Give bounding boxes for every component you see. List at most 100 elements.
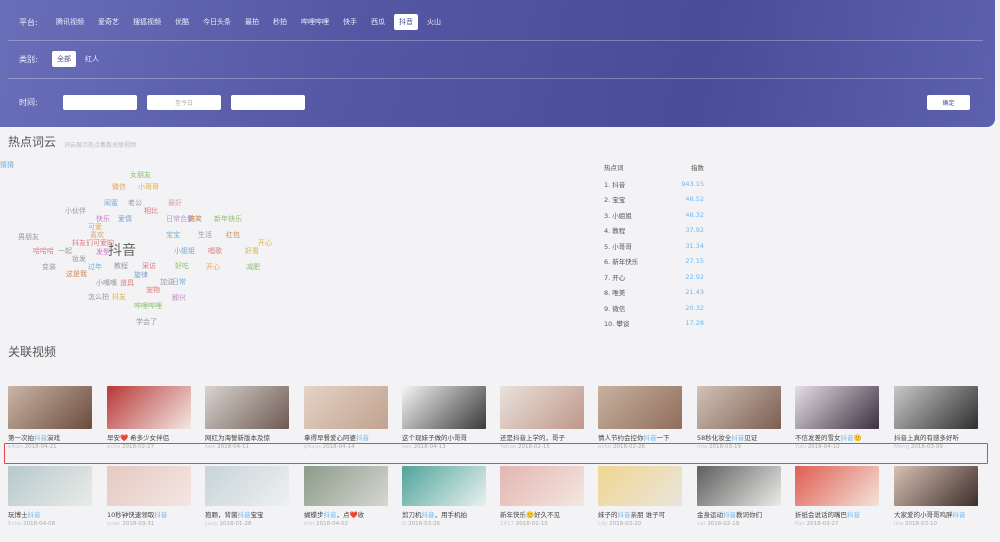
word-cloud-word[interactable]: 宠物	[146, 285, 160, 295]
word-cloud-word[interactable]: 唱歌	[208, 246, 222, 256]
video-title[interactable]: 58秒化妆全抖音见证	[697, 434, 781, 442]
platform-option[interactable]: 抖音	[394, 14, 418, 30]
word-cloud-word[interactable]: 爱情	[118, 214, 132, 224]
video-thumbnail[interactable]	[304, 466, 388, 506]
word-cloud-word[interactable]: 最好	[168, 198, 182, 208]
video-card[interactable]: 拿得早餐爱心阿婆抖音 pitaus 2018-04-14	[304, 386, 388, 451]
hot-word-row[interactable]: 1. 抖音 943.15	[604, 176, 704, 192]
word-cloud-word[interactable]: 哈哈哈	[33, 246, 54, 256]
category-option[interactable]: 全部	[52, 51, 76, 67]
video-card[interactable]: 第一次拍抖音演戏 eikan 2018-04-21	[8, 386, 92, 451]
hot-word-row[interactable]: 6. 新年快乐 27.15	[604, 254, 704, 270]
word-cloud-word[interactable]: 小嘴嘴	[96, 278, 117, 288]
hot-word-row[interactable]: 10. 攀谈 17.28	[604, 316, 704, 332]
word-cloud-word[interactable]: 搞笑	[188, 214, 202, 224]
word-cloud-word[interactable]: 道具	[120, 278, 134, 288]
video-card[interactable]: 剪刀机抖音，用手机拍 Q 2018-03-26	[402, 466, 486, 528]
video-title[interactable]: 第一次拍抖音演戏	[8, 434, 92, 442]
video-thumbnail[interactable]	[500, 466, 584, 506]
video-thumbnail[interactable]	[697, 466, 781, 506]
confirm-button[interactable]: 确定	[927, 94, 970, 110]
video-title[interactable]: 玩博士抖音	[8, 511, 92, 519]
video-thumbnail[interactable]	[598, 386, 682, 429]
word-cloud-word[interactable]: 小伙伴	[65, 206, 86, 216]
video-title[interactable]: 还是抖音上学的，哥子	[500, 434, 584, 442]
word-cloud-word[interactable]: 男朋友	[18, 232, 39, 242]
video-thumbnail[interactable]	[598, 466, 682, 506]
video-thumbnail[interactable]	[795, 466, 879, 506]
video-title[interactable]: 大家爱的小哥哥鸡胖抖音	[894, 511, 978, 519]
video-title[interactable]: 折纸会说话的嘴巴抖音	[795, 511, 879, 519]
word-cloud-word[interactable]: 开心	[258, 238, 272, 248]
word-cloud-word[interactable]: 微信	[112, 182, 126, 192]
video-title[interactable]: 剪刀机抖音，用手机拍	[402, 511, 486, 519]
video-title[interactable]: 拿得早餐爱心阿婆抖音	[304, 434, 388, 442]
word-cloud-word[interactable]: 红包	[226, 230, 240, 240]
platform-option[interactable]: 爱奇艺	[93, 14, 124, 30]
word-cloud-word[interactable]: 过年	[88, 262, 102, 272]
platform-option[interactable]: 优酷	[170, 14, 194, 30]
video-title[interactable]: 蝴蝶步抖音，点❤️收	[304, 511, 388, 519]
video-thumbnail[interactable]	[8, 386, 92, 429]
platform-option[interactable]: 秒拍	[268, 14, 292, 30]
video-card[interactable]: 蝴蝶步抖音，点❤️收 min 2018-04-02	[304, 466, 388, 528]
video-card[interactable]: 新年快乐🙂好久不见 1417 2018-02-15	[500, 466, 584, 528]
word-cloud-word[interactable]: 小哥哥	[138, 182, 159, 192]
word-cloud-word[interactable]: 怎么拍	[88, 292, 109, 302]
video-title[interactable]: 10秒钟快速领取抖音	[107, 511, 191, 519]
video-card[interactable]: 大家爱的小哥哥鸡胖抖音 lisa 2018-03-10	[894, 466, 978, 528]
hot-word-row[interactable]: 8. 唯美 21.43	[604, 285, 704, 301]
word-cloud-word[interactable]: 学会了	[136, 317, 157, 327]
video-thumbnail[interactable]	[402, 386, 486, 429]
word-cloud-word[interactable]: 宝宝	[166, 230, 180, 240]
word-cloud-word[interactable]: 女朋友	[130, 170, 151, 180]
word-cloud-word[interactable]: 一起	[58, 246, 72, 256]
video-card[interactable]: 抱颗，背菌抖音宝宝 Lucy 2018-01-28	[205, 466, 289, 528]
video-card[interactable]: 10秒钟快速领取抖音 yuan 2018-03-31	[107, 466, 191, 528]
word-cloud-word[interactable]: 妆发	[72, 254, 86, 264]
word-cloud-word[interactable]: 开心	[206, 262, 220, 272]
video-card[interactable]: 58秒化妆全抖音见证 mia 2018-03-19	[697, 386, 781, 451]
word-cloud-word[interactable]: 减肥	[246, 262, 260, 272]
platform-option[interactable]: 哔哩哔哩	[296, 14, 334, 30]
hot-word-row[interactable]: 7. 开心 22.92	[604, 269, 704, 285]
video-thumbnail[interactable]	[894, 386, 978, 429]
video-card[interactable]: 玩博士抖音 Echo 2018-04-08	[8, 466, 92, 528]
platform-option[interactable]: 今日头条	[198, 14, 236, 30]
word-cloud-word[interactable]: 教程	[114, 261, 128, 271]
video-title[interactable]: 抖音上真的有感多好听	[894, 434, 978, 442]
hot-word-row[interactable]: 9. 微信 20.32	[604, 300, 704, 316]
word-cloud-word[interactable]: 即兴	[172, 293, 186, 303]
word-cloud-word[interactable]: 旋律	[134, 270, 148, 280]
video-thumbnail[interactable]	[107, 386, 191, 429]
video-title[interactable]: 这个现妹子做的小哥哥	[402, 434, 486, 442]
platform-option[interactable]: 快手	[338, 14, 362, 30]
video-card[interactable]: 情人节约会控你抖音一下 echo 2018-02-26	[598, 386, 682, 451]
video-thumbnail[interactable]	[205, 466, 289, 506]
word-cloud-word[interactable]: 闺蜜	[104, 198, 118, 208]
hot-word-row[interactable]: 3. 小姐姐 46.32	[604, 207, 704, 223]
video-thumbnail[interactable]	[697, 386, 781, 429]
video-title[interactable]: 不信发差的雪女抖音🙂	[795, 434, 879, 442]
video-card[interactable]: 金身运动抖音教词你们 cat 2018-02-19	[697, 466, 781, 528]
video-title[interactable]: 情人节约会控你抖音一下	[598, 434, 682, 442]
word-cloud-word[interactable]: 新年快乐	[214, 214, 242, 224]
platform-option[interactable]: 腾讯视频	[51, 14, 89, 30]
word-cloud-word[interactable]: 日常	[172, 277, 186, 287]
platform-option[interactable]: 搜狐视频	[128, 14, 166, 30]
video-thumbnail[interactable]	[304, 386, 388, 429]
video-title[interactable]: 早安❤️ 希多少女伴侣	[107, 434, 191, 442]
video-thumbnail[interactable]	[402, 466, 486, 506]
word-cloud-word[interactable]: 猜猜	[0, 160, 14, 170]
word-cloud-word[interactable]: 抖友	[112, 292, 126, 302]
video-title[interactable]: 新年快乐🙂好久不见	[500, 511, 584, 519]
word-cloud-word[interactable]: 相比	[144, 206, 158, 216]
word-cloud-word[interactable]: 好吃	[175, 261, 189, 271]
hot-word-row[interactable]: 2. 宝宝 46.52	[604, 192, 704, 208]
video-card[interactable]: 网红为海誓新版本及惊 fast 2018-04-11	[205, 386, 289, 451]
hot-word-row[interactable]: 5. 小哥哥 31.34	[604, 238, 704, 254]
video-thumbnail[interactable]	[500, 386, 584, 429]
video-card[interactable]: 折纸会说话的嘴巴抖音 Fun 2018-03-27	[795, 466, 879, 528]
video-thumbnail[interactable]	[894, 466, 978, 506]
video-thumbnail[interactable]	[205, 386, 289, 429]
